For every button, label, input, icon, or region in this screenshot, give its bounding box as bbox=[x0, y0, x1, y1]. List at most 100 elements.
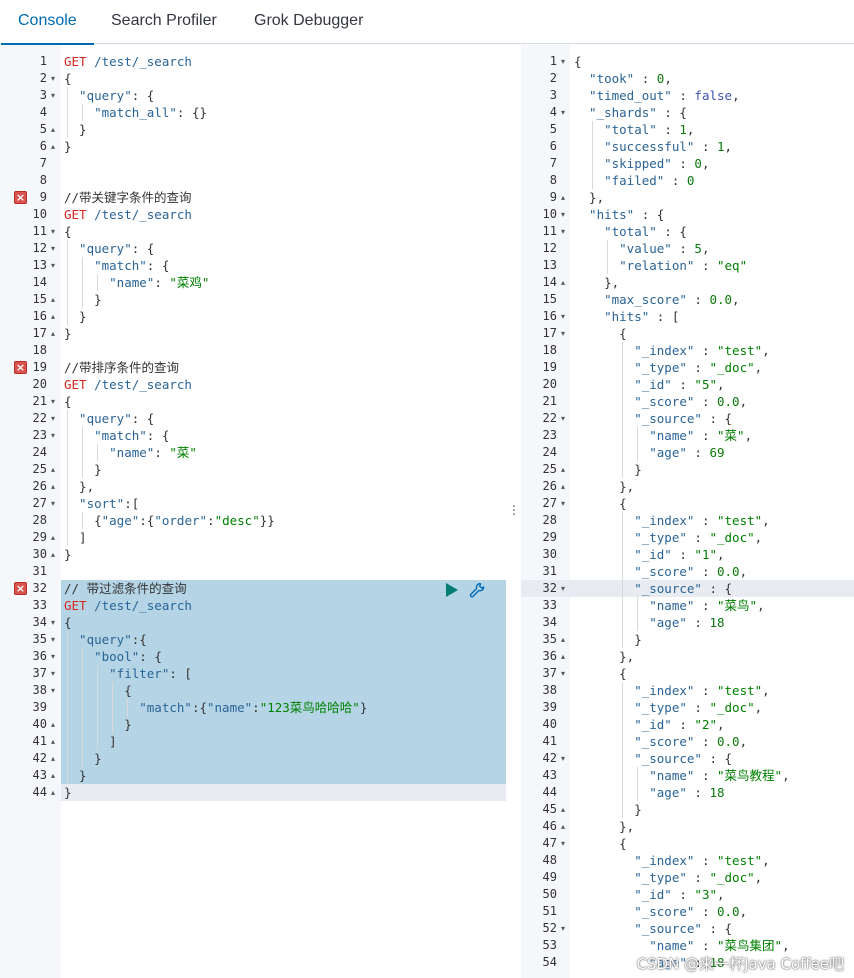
code-line[interactable]: "failed" : 0 bbox=[574, 172, 694, 189]
code-line[interactable]: "successful" : 1, bbox=[574, 138, 732, 155]
code-line[interactable]: //带排序条件的查询 bbox=[64, 359, 179, 376]
code-line[interactable]: {"age":{"order":"desc"}} bbox=[64, 512, 275, 529]
fold-expand-icon[interactable]: ▴ bbox=[49, 767, 57, 784]
fold-collapse-icon[interactable]: ▾ bbox=[559, 835, 567, 852]
code-line[interactable]: "sort":[ bbox=[64, 495, 139, 512]
code-line[interactable]: "_index" : "test", bbox=[574, 682, 769, 699]
fold-expand-icon[interactable]: ▴ bbox=[49, 308, 57, 325]
code-line[interactable]: "hits" : [ bbox=[574, 308, 679, 325]
code-line[interactable]: "_score" : 0.0, bbox=[574, 733, 747, 750]
code-line[interactable]: { bbox=[574, 835, 627, 852]
code-line[interactable]: } bbox=[64, 461, 102, 478]
code-line[interactable]: //带关键字条件的查询 bbox=[64, 189, 192, 206]
fold-expand-icon[interactable]: ▴ bbox=[49, 716, 57, 733]
fold-collapse-icon[interactable]: ▾ bbox=[49, 631, 57, 648]
code-line[interactable]: "match_all": {} bbox=[64, 104, 207, 121]
fold-collapse-icon[interactable]: ▾ bbox=[559, 410, 567, 427]
fold-expand-icon[interactable]: ▴ bbox=[49, 546, 57, 563]
code-line[interactable]: "_id" : "3", bbox=[574, 886, 724, 903]
code-line[interactable]: GET /test/_search bbox=[64, 597, 192, 614]
code-line[interactable]: GET /test/_search bbox=[64, 376, 192, 393]
request-editor[interactable]: 1 GET /test/_search 2 ▾{3 ▾ "query": {4 "mat… bbox=[0, 45, 506, 978]
error-icon[interactable]: × bbox=[14, 191, 27, 204]
tab-grok-debugger[interactable]: Grok Debugger bbox=[254, 0, 363, 44]
fold-expand-icon[interactable]: ▴ bbox=[49, 291, 57, 308]
code-line[interactable]: "_index" : "test", bbox=[574, 852, 769, 869]
code-line[interactable]: { bbox=[574, 495, 627, 512]
code-line[interactable]: "total" : 1, bbox=[574, 121, 694, 138]
code-line[interactable]: "_source" : { bbox=[574, 580, 732, 597]
code-line[interactable]: "_source" : { bbox=[574, 750, 732, 767]
code-line[interactable]: ] bbox=[64, 733, 117, 750]
code-line[interactable]: "query": { bbox=[64, 240, 154, 257]
code-line[interactable]: "_type" : "_doc", bbox=[574, 699, 762, 716]
code-line[interactable]: ] bbox=[64, 529, 87, 546]
fold-collapse-icon[interactable]: ▾ bbox=[559, 308, 567, 325]
code-line[interactable]: "query": { bbox=[64, 410, 154, 427]
code-line[interactable]: } bbox=[64, 546, 72, 563]
code-line[interactable]: "timed_out" : false, bbox=[574, 87, 740, 104]
code-line[interactable]: "_shards" : { bbox=[574, 104, 687, 121]
code-line[interactable]: "bool": { bbox=[64, 648, 162, 665]
code-line[interactable]: } bbox=[64, 716, 132, 733]
code-line[interactable]: "_score" : 0.0, bbox=[574, 563, 747, 580]
code-line[interactable]: "_source" : { bbox=[574, 920, 732, 937]
fold-collapse-icon[interactable]: ▾ bbox=[559, 206, 567, 223]
code-line[interactable]: { bbox=[64, 682, 132, 699]
fold-collapse-icon[interactable]: ▾ bbox=[49, 393, 57, 410]
code-line[interactable]: { bbox=[574, 325, 627, 342]
fold-expand-icon[interactable]: ▴ bbox=[559, 631, 567, 648]
wrench-icon[interactable] bbox=[469, 582, 486, 599]
code-line[interactable]: } bbox=[64, 767, 87, 784]
fold-collapse-icon[interactable]: ▾ bbox=[49, 223, 57, 240]
code-line[interactable]: "relation" : "eq" bbox=[574, 257, 747, 274]
code-line[interactable]: GET /test/_search bbox=[64, 206, 192, 223]
code-line[interactable]: "_source" : { bbox=[574, 410, 732, 427]
code-line[interactable]: "_score" : 0.0, bbox=[574, 393, 747, 410]
code-line[interactable]: } bbox=[64, 325, 72, 342]
fold-collapse-icon[interactable]: ▾ bbox=[559, 750, 567, 767]
code-line[interactable]: "_index" : "test", bbox=[574, 342, 769, 359]
code-line[interactable]: "hits" : { bbox=[574, 206, 664, 223]
code-line[interactable]: } bbox=[64, 784, 72, 801]
error-icon[interactable]: × bbox=[14, 361, 27, 374]
fold-collapse-icon[interactable]: ▾ bbox=[49, 87, 57, 104]
fold-expand-icon[interactable]: ▴ bbox=[559, 801, 567, 818]
tab-console[interactable]: Console bbox=[1, 0, 94, 45]
tab-search-profiler[interactable]: Search Profiler bbox=[111, 0, 217, 44]
code-line[interactable]: }, bbox=[574, 648, 634, 665]
fold-expand-icon[interactable]: ▴ bbox=[559, 818, 567, 835]
code-line[interactable]: "skipped" : 0, bbox=[574, 155, 709, 172]
code-line[interactable]: "name" : "菜", bbox=[574, 427, 752, 444]
fold-expand-icon[interactable]: ▴ bbox=[49, 461, 57, 478]
fold-collapse-icon[interactable]: ▾ bbox=[49, 427, 57, 444]
code-line[interactable]: "value" : 5, bbox=[574, 240, 709, 257]
code-line[interactable]: "name": "菜" bbox=[64, 444, 197, 461]
code-line[interactable]: "query":{ bbox=[64, 631, 147, 648]
code-line[interactable]: { bbox=[574, 53, 582, 70]
fold-expand-icon[interactable]: ▴ bbox=[49, 784, 57, 801]
code-line[interactable]: } bbox=[574, 801, 642, 818]
fold-collapse-icon[interactable]: ▾ bbox=[559, 920, 567, 937]
code-line[interactable]: "_type" : "_doc", bbox=[574, 529, 762, 546]
fold-expand-icon[interactable]: ▴ bbox=[49, 733, 57, 750]
fold-expand-icon[interactable]: ▴ bbox=[49, 138, 57, 155]
code-line[interactable]: "_type" : "_doc", bbox=[574, 359, 762, 376]
fold-collapse-icon[interactable]: ▾ bbox=[559, 104, 567, 121]
fold-collapse-icon[interactable]: ▾ bbox=[49, 70, 57, 87]
fold-collapse-icon[interactable]: ▾ bbox=[49, 614, 57, 631]
fold-collapse-icon[interactable]: ▾ bbox=[49, 648, 57, 665]
fold-collapse-icon[interactable]: ▾ bbox=[49, 495, 57, 512]
fold-collapse-icon[interactable]: ▾ bbox=[559, 580, 567, 597]
fold-expand-icon[interactable]: ▴ bbox=[49, 325, 57, 342]
fold-collapse-icon[interactable]: ▾ bbox=[559, 223, 567, 240]
fold-collapse-icon[interactable]: ▾ bbox=[49, 257, 57, 274]
code-line[interactable]: // 带过滤条件的查询 bbox=[64, 580, 187, 597]
fold-expand-icon[interactable]: ▴ bbox=[559, 461, 567, 478]
code-line[interactable]: "_id" : "2", bbox=[574, 716, 724, 733]
code-line[interactable]: "filter": [ bbox=[64, 665, 192, 682]
fold-expand-icon[interactable]: ▴ bbox=[49, 478, 57, 495]
code-line[interactable]: } bbox=[64, 121, 87, 138]
code-line[interactable]: }, bbox=[574, 478, 634, 495]
fold-expand-icon[interactable]: ▴ bbox=[559, 648, 567, 665]
